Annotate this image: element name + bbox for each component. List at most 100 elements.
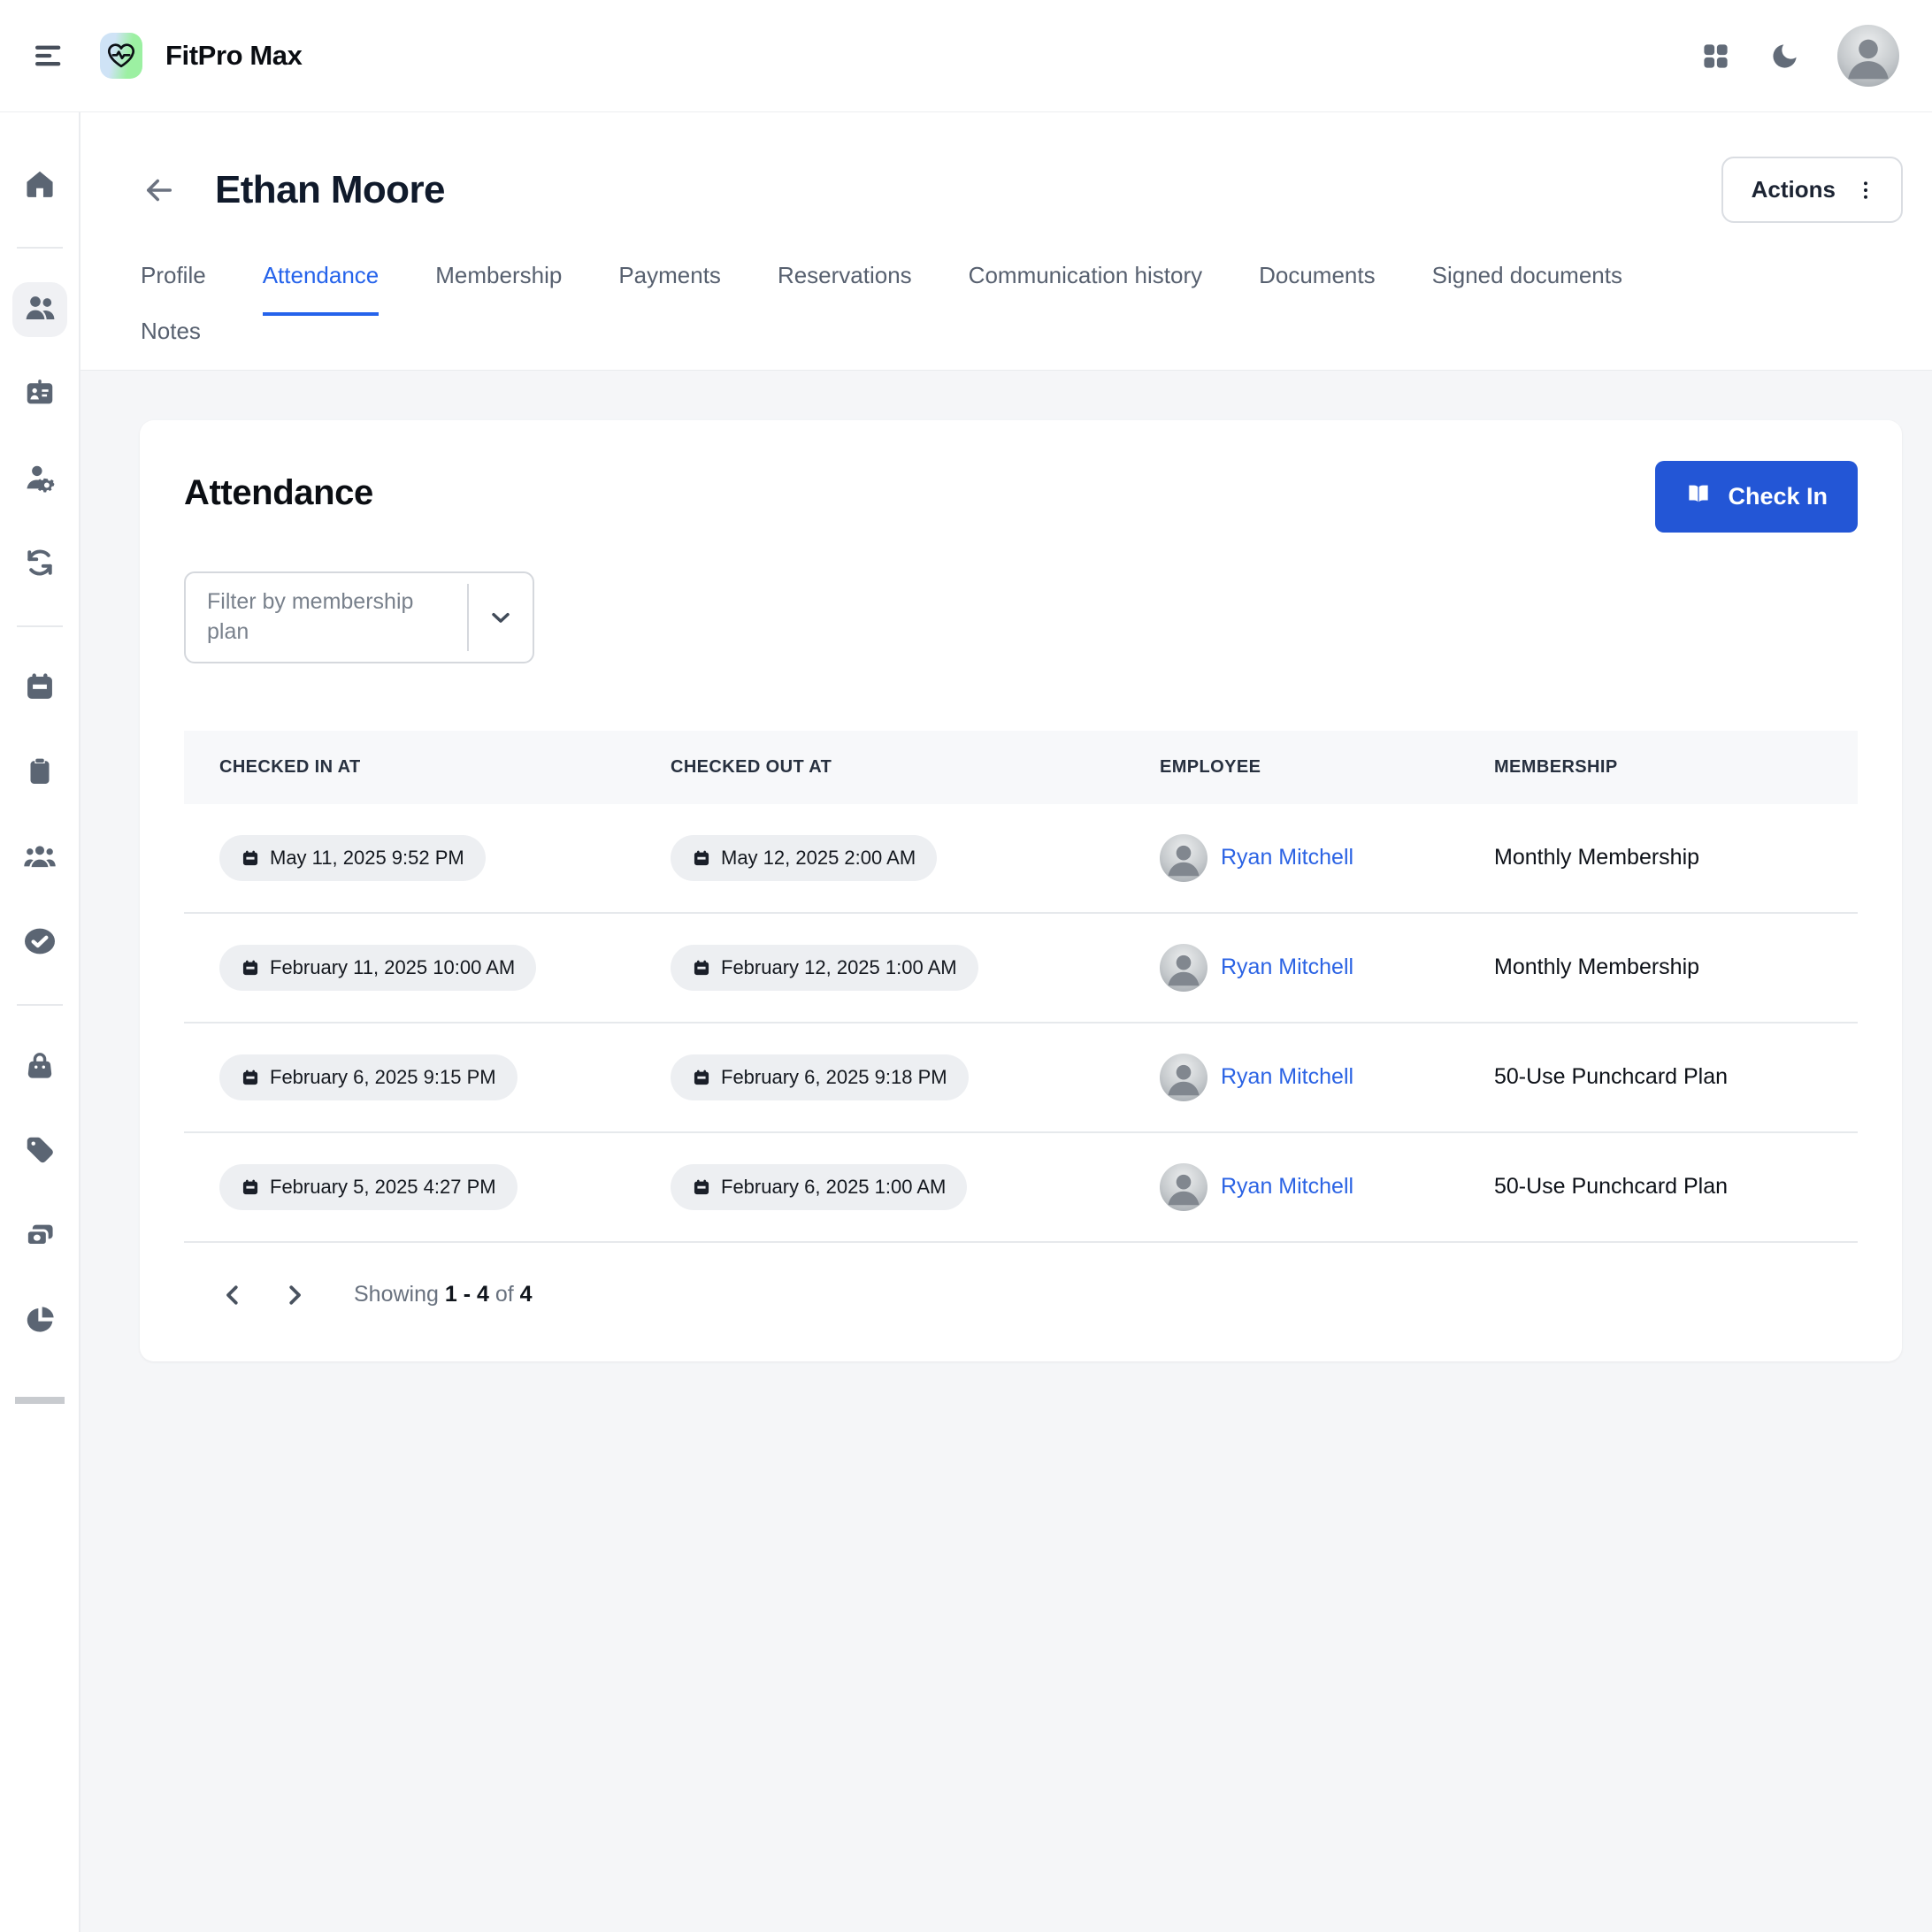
sidebar-item-id-badge[interactable] bbox=[12, 367, 67, 422]
brand[interactable]: FitPro Max bbox=[100, 33, 302, 79]
sidebar-item-staff-settings[interactable] bbox=[12, 452, 67, 507]
tab-reservations[interactable]: Reservations bbox=[778, 262, 912, 316]
pie-chart-icon bbox=[21, 1302, 58, 1342]
checked-in-value: February 11, 2025 10:00 AM bbox=[270, 956, 515, 979]
table-row: February 11, 2025 10:00 AM February 12, … bbox=[184, 914, 1858, 1024]
tab-documents[interactable]: Documents bbox=[1259, 262, 1376, 316]
employee-avatar bbox=[1160, 1163, 1208, 1211]
cash-icon bbox=[23, 1218, 57, 1256]
next-page-icon[interactable] bbox=[281, 1282, 308, 1308]
pagination-range: 1 - 4 bbox=[445, 1282, 489, 1307]
tabs: Profile Attendance Membership Payments R… bbox=[141, 262, 1903, 370]
back-arrow-icon[interactable] bbox=[141, 172, 178, 209]
sidebar-divider bbox=[17, 247, 63, 249]
employee-avatar bbox=[1160, 944, 1208, 992]
checked-in-value: May 11, 2025 9:52 PM bbox=[270, 847, 464, 870]
sidebar-scrollbar[interactable] bbox=[15, 1397, 65, 1404]
employee-link[interactable]: Ryan Mitchell bbox=[1221, 845, 1353, 870]
tab-profile[interactable]: Profile bbox=[141, 262, 206, 316]
shopping-bag-icon bbox=[23, 1048, 57, 1086]
tag-icon bbox=[23, 1133, 57, 1171]
sidebar-item-tags[interactable] bbox=[12, 1124, 67, 1179]
tab-membership[interactable]: Membership bbox=[435, 262, 562, 316]
membership-value: 50-Use Punchcard Plan bbox=[1459, 1064, 1858, 1090]
tab-notes[interactable]: Notes bbox=[141, 316, 201, 370]
table-row: May 11, 2025 9:52 PM May 12, 2025 2:00 A… bbox=[184, 804, 1858, 914]
employee-link[interactable]: Ryan Mitchell bbox=[1221, 1174, 1353, 1200]
pagination-showing-label: Showing bbox=[354, 1282, 439, 1307]
panel-title: Attendance bbox=[184, 473, 373, 513]
previous-page-icon[interactable] bbox=[219, 1282, 246, 1308]
heart-pulse-logo-icon bbox=[100, 33, 142, 79]
user-gear-icon bbox=[23, 461, 57, 499]
sidebar-item-clipboard[interactable] bbox=[12, 746, 67, 801]
pagination-total: 4 bbox=[520, 1282, 533, 1307]
refresh-icon bbox=[23, 546, 57, 584]
sidebar-item-shop[interactable] bbox=[12, 1039, 67, 1094]
sidebar-item-tasks[interactable] bbox=[12, 916, 67, 970]
tab-attendance[interactable]: Attendance bbox=[263, 262, 380, 316]
home-icon bbox=[23, 167, 57, 205]
tab-signed-documents[interactable]: Signed documents bbox=[1432, 262, 1622, 316]
pagination: Showing 1 - 4 of 4 bbox=[184, 1282, 1858, 1308]
sidebar-item-home[interactable] bbox=[12, 158, 67, 213]
sidebar-divider bbox=[17, 625, 63, 627]
checked-out-chip: February 6, 2025 1:00 AM bbox=[671, 1164, 967, 1210]
table-row: February 6, 2025 9:15 PM February 6, 202… bbox=[184, 1024, 1858, 1133]
menu-icon[interactable] bbox=[31, 38, 66, 73]
checked-in-chip: February 5, 2025 4:27 PM bbox=[219, 1164, 518, 1210]
page-title: Ethan Moore bbox=[215, 168, 445, 212]
checked-out-chip: February 6, 2025 9:18 PM bbox=[671, 1054, 969, 1100]
pagination-summary: Showing 1 - 4 of 4 bbox=[354, 1282, 533, 1307]
sidebar-item-groups[interactable] bbox=[12, 831, 67, 886]
checked-in-chip: May 11, 2025 9:52 PM bbox=[219, 835, 486, 881]
pagination-of-label: of bbox=[495, 1282, 514, 1307]
membership-value: Monthly Membership bbox=[1459, 954, 1858, 980]
tab-communication-history[interactable]: Communication history bbox=[969, 262, 1202, 316]
book-icon bbox=[1685, 480, 1712, 513]
actions-button-label: Actions bbox=[1752, 176, 1836, 203]
membership-filter-placeholder: Filter by membership plan bbox=[186, 573, 467, 662]
column-header-membership: MEMBERSHIP bbox=[1459, 731, 1858, 804]
membership-filter-select[interactable]: Filter by membership plan bbox=[184, 571, 534, 663]
table-header-row: CHECKED IN AT CHECKED OUT AT EMPLOYEE ME… bbox=[184, 731, 1858, 804]
checked-in-chip: February 6, 2025 9:15 PM bbox=[219, 1054, 518, 1100]
sidebar bbox=[0, 112, 80, 1932]
table-row: February 5, 2025 4:27 PM February 6, 202… bbox=[184, 1133, 1858, 1243]
moon-icon[interactable] bbox=[1769, 41, 1800, 72]
employee-link[interactable]: Ryan Mitchell bbox=[1221, 1064, 1353, 1090]
membership-value: 50-Use Punchcard Plan bbox=[1459, 1174, 1858, 1200]
tab-payments[interactable]: Payments bbox=[618, 262, 721, 316]
sidebar-item-sync[interactable] bbox=[12, 537, 67, 592]
sidebar-item-reports[interactable] bbox=[12, 1294, 67, 1349]
topbar: FitPro Max bbox=[0, 0, 1932, 112]
sidebar-item-members[interactable] bbox=[12, 282, 67, 337]
check-circle-icon bbox=[21, 924, 58, 963]
check-in-button[interactable]: Check In bbox=[1655, 461, 1858, 533]
people-group-icon bbox=[22, 839, 58, 878]
membership-value: Monthly Membership bbox=[1459, 845, 1858, 870]
employee-link[interactable]: Ryan Mitchell bbox=[1221, 954, 1353, 980]
users-icon bbox=[22, 290, 58, 330]
user-avatar[interactable] bbox=[1837, 25, 1899, 87]
checked-out-value: February 12, 2025 1:00 AM bbox=[721, 956, 957, 979]
column-header-checked-out: CHECKED OUT AT bbox=[635, 731, 1124, 804]
checked-out-chip: May 12, 2025 2:00 AM bbox=[671, 835, 937, 881]
main-area: Ethan Moore Actions Profile Attendance M… bbox=[80, 112, 1932, 1932]
attendance-card: Attendance Check In Filter by membership… bbox=[140, 420, 1902, 1361]
column-header-checked-in: CHECKED IN AT bbox=[184, 731, 635, 804]
check-in-button-label: Check In bbox=[1728, 483, 1828, 510]
checked-out-value: February 6, 2025 1:00 AM bbox=[721, 1176, 946, 1199]
kebab-menu-icon bbox=[1853, 178, 1878, 203]
actions-button[interactable]: Actions bbox=[1721, 157, 1903, 223]
column-header-employee: EMPLOYEE bbox=[1124, 731, 1459, 804]
sidebar-item-calendar[interactable] bbox=[12, 661, 67, 716]
checked-in-chip: February 11, 2025 10:00 AM bbox=[219, 945, 536, 991]
sidebar-item-payments[interactable] bbox=[12, 1209, 67, 1264]
employee-avatar bbox=[1160, 1054, 1208, 1101]
checked-in-value: February 6, 2025 9:15 PM bbox=[270, 1066, 496, 1089]
calendar-icon bbox=[23, 670, 57, 708]
checked-in-value: February 5, 2025 4:27 PM bbox=[270, 1176, 496, 1199]
app-title: FitPro Max bbox=[165, 40, 302, 72]
apps-grid-icon[interactable] bbox=[1699, 40, 1732, 73]
